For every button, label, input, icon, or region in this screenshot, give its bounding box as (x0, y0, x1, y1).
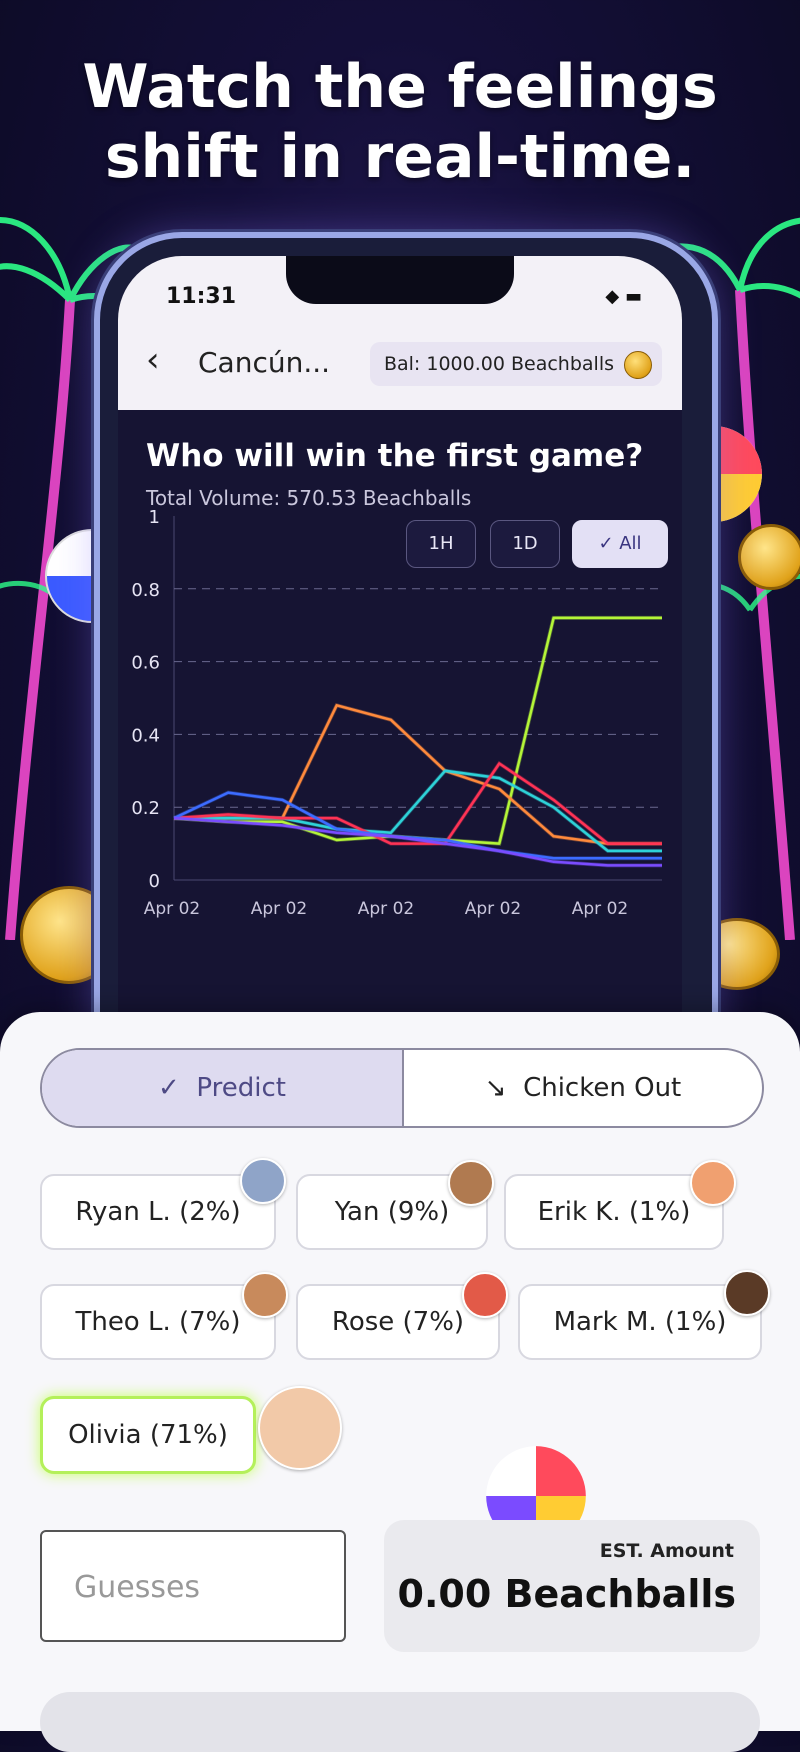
submit-button[interactable] (40, 1692, 760, 1752)
check-icon: ✓ (158, 1073, 180, 1103)
coin-icon (738, 524, 800, 590)
x-tick-label: Apr 02 (144, 899, 200, 919)
probability-chart: 1 0.8 0.6 0.4 0.2 0 Apr 02 Apr 02 Apr 02 Apr 02 Ap… (131, 510, 662, 919)
predict-label: Predict (196, 1073, 286, 1103)
avatar-mark (724, 1270, 770, 1316)
avatar-olivia (258, 1386, 342, 1470)
choice-olivia[interactable]: Olivia (71%) (40, 1396, 256, 1474)
y-tick-label: 0.6 (131, 653, 160, 674)
estimate-value: 0.00 Beachballs (397, 1572, 736, 1616)
x-tick-label: Apr 02 (572, 899, 628, 919)
x-tick-label: Apr 02 (358, 899, 414, 919)
nav-title: Cancún... (198, 346, 331, 379)
estimate-label: EST. Amount (599, 1540, 734, 1562)
avatar-yan (448, 1160, 494, 1206)
phone-screen: 11:31 ◆ ▬ ‹ Cancún... Bal: 1000.00 Beach… (118, 256, 682, 1016)
avatar-theo (242, 1272, 288, 1318)
estimate-card: EST. Amount 0.00 Beachballs (384, 1520, 760, 1652)
coin-icon (624, 351, 652, 379)
avatar-erik (690, 1160, 736, 1206)
headline-line-1: Watch the feelings (82, 52, 718, 122)
y-tick-label: 0 (149, 871, 160, 892)
chicken-out-label: Chicken Out (523, 1073, 682, 1103)
notch (286, 256, 514, 304)
headline-line-2: shift in real-time. (104, 122, 696, 192)
avatar-ryan (240, 1158, 286, 1204)
clock: 11:31 (166, 284, 237, 309)
predict-button[interactable]: ✓ Predict (42, 1050, 404, 1126)
action-toggle: ✓ Predict ↘ Chicken Out (40, 1048, 764, 1128)
balance-badge: Bal: 1000.00 Beachballs (369, 342, 662, 386)
market-question: Who will win the first game? (146, 438, 644, 474)
back-icon[interactable]: ‹ (146, 340, 160, 380)
trend-down-icon: ↘ (484, 1073, 507, 1103)
nav-bar: ‹ Cancún... Bal: 1000.00 Beachballs (118, 320, 682, 411)
choice-theo[interactable]: Theo L. (7%) (40, 1284, 276, 1360)
y-tick-label: 0.2 (131, 798, 160, 819)
x-tick-label: Apr 02 (465, 899, 521, 919)
balance-text: Bal: 1000.00 Beachballs (383, 353, 614, 375)
series-line (173, 616, 662, 845)
x-tick-label: Apr 02 (251, 899, 307, 919)
guesses-input[interactable]: Guesses (40, 1530, 346, 1642)
series-glow (173, 615, 662, 846)
market-panel: Who will win the first game? Total Volum… (118, 410, 682, 1016)
y-tick-label: 0.8 (131, 580, 160, 601)
bottom-sheet: ✓ Predict ↘ Chicken Out Ryan L. (2%) Yan… (0, 1012, 800, 1752)
signal-wifi-battery-icon: ◆ ▬ (605, 286, 642, 307)
guesses-placeholder: Guesses (74, 1570, 201, 1605)
headline: Watch the feelings shift in real-time. (0, 52, 800, 192)
market-volume: Total Volume: 570.53 Beachballs (146, 486, 472, 510)
chicken-out-button[interactable]: ↘ Chicken Out (404, 1050, 762, 1126)
y-tick-label: 0.4 (131, 725, 160, 746)
y-tick-label: 1 (149, 510, 160, 528)
avatar-rose (462, 1272, 508, 1318)
